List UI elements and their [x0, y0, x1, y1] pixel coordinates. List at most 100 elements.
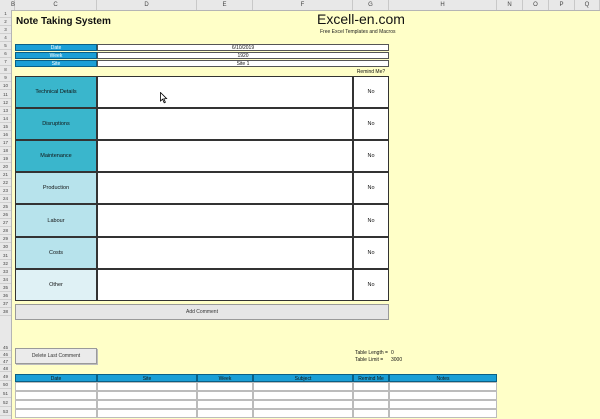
- table-header-site[interactable]: Site: [97, 374, 197, 382]
- technical-details-notes[interactable]: [97, 76, 353, 108]
- labour-notes[interactable]: [97, 204, 353, 237]
- column-header[interactable]: N: [497, 0, 523, 10]
- table-cell[interactable]: [253, 391, 353, 400]
- table-header-date[interactable]: Date: [15, 374, 97, 382]
- column-header[interactable]: C: [15, 0, 97, 10]
- row-header[interactable]: 28: [0, 227, 11, 236]
- production-notes[interactable]: [97, 172, 353, 204]
- column-header[interactable]: Q: [575, 0, 600, 10]
- row-header[interactable]: 48: [0, 365, 11, 372]
- row-header[interactable]: 13: [0, 107, 11, 115]
- table-header-remind-me[interactable]: Remind Me: [353, 374, 389, 382]
- column-header[interactable]: E: [197, 0, 253, 10]
- row-header[interactable]: 16: [0, 131, 11, 139]
- row-header[interactable]: 14: [0, 115, 11, 123]
- row-header[interactable]: 33: [0, 268, 11, 276]
- row-header[interactable]: 4: [0, 34, 11, 43]
- week-value[interactable]: 1920: [97, 52, 389, 59]
- row-header[interactable]: 12: [0, 99, 11, 107]
- row-header[interactable]: 34: [0, 276, 11, 284]
- table-header-subject[interactable]: Subject: [253, 374, 353, 382]
- costs-notes[interactable]: [97, 237, 353, 269]
- row-header[interactable]: 10: [0, 82, 11, 91]
- table-cell[interactable]: [197, 409, 253, 418]
- table-cell[interactable]: [253, 382, 353, 391]
- column-header[interactable]: O: [523, 0, 549, 10]
- technical-details-remind[interactable]: No: [353, 76, 389, 108]
- row-header[interactable]: 37: [0, 300, 11, 308]
- table-cell[interactable]: [197, 382, 253, 391]
- disruptions-notes[interactable]: [97, 108, 353, 140]
- table-cell[interactable]: [197, 400, 253, 409]
- row-header[interactable]: 52: [0, 398, 11, 407]
- row-header[interactable]: 1: [0, 10, 11, 19]
- table-cell[interactable]: [15, 391, 97, 400]
- table-cell[interactable]: [353, 400, 389, 409]
- table-header-notes[interactable]: Notes: [389, 374, 497, 382]
- column-header[interactable]: H: [389, 0, 497, 10]
- row-header[interactable]: 27: [0, 219, 11, 228]
- row-header[interactable]: 35: [0, 284, 11, 292]
- row-header[interactable]: 45: [0, 344, 11, 351]
- table-cell[interactable]: [389, 382, 497, 391]
- row-header[interactable]: 46: [0, 351, 11, 358]
- table-cell[interactable]: [97, 400, 197, 409]
- delete-last-comment-button[interactable]: Delete Last Comment: [15, 348, 97, 364]
- row-header[interactable]: 8: [0, 66, 11, 75]
- column-header[interactable]: D: [97, 0, 197, 10]
- row-header[interactable]: 5: [0, 42, 11, 51]
- table-cell[interactable]: [389, 409, 497, 418]
- labour-remind[interactable]: No: [353, 204, 389, 237]
- row-header[interactable]: 18: [0, 147, 11, 155]
- site-logo[interactable]: Excell-en.com: [317, 11, 405, 27]
- row-header[interactable]: 9: [0, 74, 11, 83]
- row-header[interactable]: 22: [0, 179, 11, 188]
- row-header[interactable]: 50: [0, 380, 11, 389]
- row-header[interactable]: 24: [0, 195, 11, 204]
- row-header[interactable]: 17: [0, 139, 11, 147]
- table-cell[interactable]: [97, 391, 197, 400]
- column-header[interactable]: P: [549, 0, 575, 10]
- row-header[interactable]: 26: [0, 211, 11, 220]
- maintenance-remind[interactable]: No: [353, 140, 389, 172]
- table-cell[interactable]: [15, 382, 97, 391]
- table-cell[interactable]: [253, 400, 353, 409]
- row-header[interactable]: 11: [0, 91, 11, 99]
- costs-remind[interactable]: No: [353, 237, 389, 269]
- table-cell[interactable]: [353, 409, 389, 418]
- row-header[interactable]: 47: [0, 358, 11, 365]
- row-header[interactable]: 6: [0, 50, 11, 59]
- column-header[interactable]: F: [253, 0, 353, 10]
- row-header[interactable]: 36: [0, 292, 11, 300]
- row-header[interactable]: 38: [0, 308, 11, 316]
- row-header[interactable]: 29: [0, 235, 11, 244]
- row-header[interactable]: 31: [0, 252, 11, 260]
- table-cell[interactable]: [15, 400, 97, 409]
- column-header[interactable]: G: [353, 0, 389, 10]
- table-header-week[interactable]: Week: [197, 374, 253, 382]
- row-header[interactable]: 3: [0, 26, 11, 35]
- row-header[interactable]: 32: [0, 260, 11, 268]
- row-header[interactable]: 25: [0, 203, 11, 212]
- row-header[interactable]: 15: [0, 123, 11, 131]
- table-cell[interactable]: [15, 409, 97, 418]
- table-cell[interactable]: [389, 391, 497, 400]
- other-notes[interactable]: [97, 269, 353, 301]
- row-header[interactable]: 21: [0, 171, 11, 180]
- date-value[interactable]: 6/10/2019: [97, 44, 389, 51]
- table-cell[interactable]: [97, 382, 197, 391]
- row-header[interactable]: 20: [0, 163, 11, 171]
- table-cell[interactable]: [353, 382, 389, 391]
- row-header[interactable]: 23: [0, 187, 11, 196]
- row-header[interactable]: 30: [0, 243, 11, 252]
- table-cell[interactable]: [353, 391, 389, 400]
- disruptions-remind[interactable]: No: [353, 108, 389, 140]
- table-cell[interactable]: [197, 391, 253, 400]
- other-remind[interactable]: No: [353, 269, 389, 301]
- site-value[interactable]: Site 1: [97, 60, 389, 67]
- row-header[interactable]: 51: [0, 389, 11, 398]
- row-header[interactable]: 19: [0, 155, 11, 163]
- maintenance-notes[interactable]: [97, 140, 353, 172]
- table-cell[interactable]: [389, 400, 497, 409]
- row-header[interactable]: 7: [0, 58, 11, 67]
